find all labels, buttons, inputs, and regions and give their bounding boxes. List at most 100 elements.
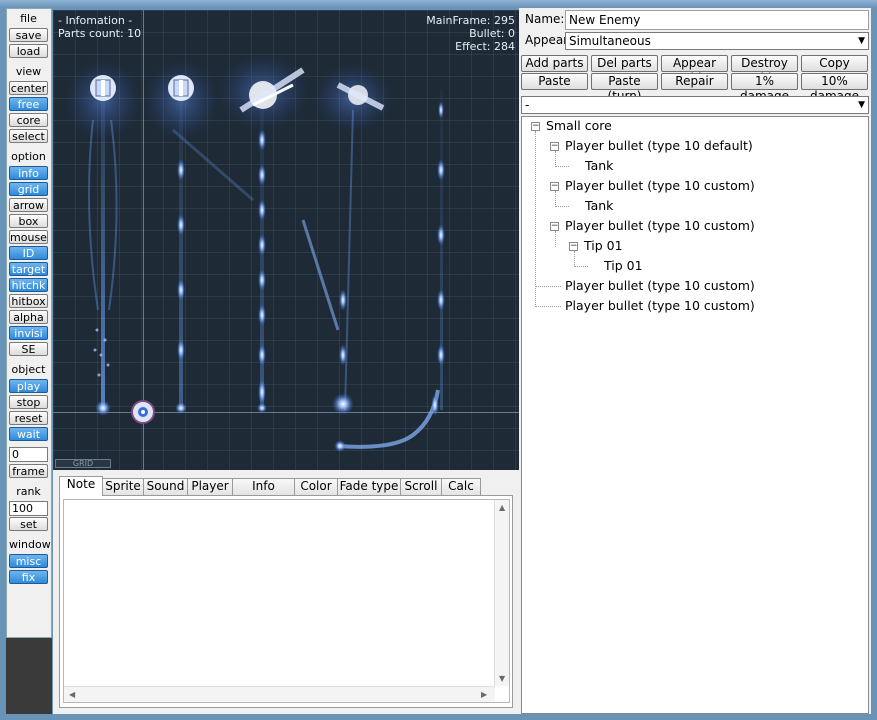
tab-sound[interactable]: Sound: [143, 478, 188, 495]
name-input[interactable]: New Enemy: [565, 10, 869, 30]
free-button[interactable]: free: [9, 97, 48, 111]
arrow-toggle[interactable]: arrow: [9, 198, 48, 212]
invisi-toggle[interactable]: invisi: [9, 326, 48, 340]
bullet-streak: [344, 109, 354, 411]
reset-button[interactable]: reset: [9, 411, 48, 425]
tree-collapse-icon[interactable]: −: [531, 122, 540, 131]
tree-node-tank[interactable]: Tank: [585, 158, 613, 174]
frame-input[interactable]: 0: [9, 447, 48, 462]
wait-button[interactable]: wait: [9, 427, 48, 441]
rank-input[interactable]: 100: [9, 501, 48, 516]
tree-connector: [555, 191, 556, 207]
bullet-streak: [337, 389, 440, 449]
misc-button[interactable]: misc: [9, 554, 48, 568]
tab-scroll[interactable]: Scroll: [400, 478, 442, 495]
tree-node-tank[interactable]: Tank: [585, 198, 613, 214]
tab-player[interactable]: Player: [187, 478, 233, 495]
frame-button[interactable]: frame: [9, 464, 48, 478]
scroll-left-icon[interactable]: ◀: [69, 690, 75, 699]
tree-collapse-icon[interactable]: −: [550, 222, 559, 231]
tab-note[interactable]: Note: [59, 476, 103, 496]
tree-node-player-bullet[interactable]: Player bullet (type 10 default): [565, 138, 753, 154]
bullet-pod: [95, 400, 111, 416]
tree-node-player-bullet[interactable]: Player bullet (type 10 custom): [565, 278, 755, 294]
bullet-pod: [258, 269, 266, 291]
bullet-pod: [437, 224, 445, 246]
tab-color[interactable]: Color: [294, 478, 338, 495]
parts-tree[interactable]: − Small core − Player bullet (type 10 de…: [521, 116, 869, 714]
core-button[interactable]: core: [9, 113, 48, 127]
se-toggle[interactable]: SE: [9, 342, 48, 356]
bullet-pod: [258, 164, 266, 186]
tree-node-tip[interactable]: Tip 01: [584, 238, 623, 254]
copy-button[interactable]: Copy: [801, 55, 868, 72]
tab-sprite[interactable]: Sprite: [102, 478, 144, 495]
tree-node-small-core[interactable]: Small core: [546, 118, 612, 134]
tree-connector: [574, 266, 588, 267]
play-button[interactable]: play: [9, 379, 48, 393]
parts-select[interactable]: - ▼: [521, 96, 869, 114]
tree-node-player-bullet[interactable]: Player bullet (type 10 custom): [565, 218, 755, 234]
info-overlay-right: MainFrame: 295 Bullet: 0 Effect: 284: [426, 14, 515, 53]
scroll-right-icon[interactable]: ▶: [481, 690, 487, 699]
id-toggle[interactable]: ID: [9, 246, 48, 260]
tree-node-player-bullet[interactable]: Player bullet (type 10 custom): [565, 298, 755, 314]
tree-collapse-icon[interactable]: −: [550, 182, 559, 191]
hitbox-toggle[interactable]: hitbox: [9, 294, 48, 308]
target-toggle[interactable]: target: [9, 262, 48, 276]
tree-collapse-icon[interactable]: −: [569, 242, 578, 251]
one-percent-damage-button[interactable]: 1% damage: [731, 73, 798, 103]
emitter-sprite: [90, 75, 116, 101]
bullet-pod: [339, 289, 347, 311]
note-vertical-scrollbar[interactable]: ▲ ▼: [494, 500, 509, 686]
add-parts-button[interactable]: Add parts: [521, 55, 588, 72]
note-horizontal-scrollbar[interactable]: ◀ ▶: [64, 686, 495, 702]
stop-button[interactable]: stop: [9, 395, 48, 409]
bullet-streak: [88, 119, 99, 311]
tree-node-player-bullet[interactable]: Player bullet (type 10 custom): [565, 178, 755, 194]
bullet-pod: [258, 199, 266, 221]
paste-turn-button[interactable]: Paste (turn): [591, 73, 658, 103]
save-button[interactable]: save: [9, 28, 48, 42]
grid-toggle[interactable]: grid: [9, 182, 48, 196]
fix-button[interactable]: fix: [9, 570, 48, 584]
left-toolbar: file save load view center free core sel…: [6, 8, 52, 638]
bullet-streak: [179, 100, 183, 410]
paste-button[interactable]: Paste: [521, 73, 588, 90]
tree-connector: [555, 206, 569, 207]
tab-calc[interactable]: Calc: [441, 478, 481, 495]
bullet-streak: [301, 219, 340, 331]
repair-button[interactable]: Repair: [661, 73, 728, 90]
bullet-streak: [108, 119, 118, 311]
scroll-down-icon[interactable]: ▼: [499, 674, 505, 683]
scroll-up-icon[interactable]: ▲: [499, 503, 505, 512]
tree-node-tip[interactable]: Tip 01: [604, 258, 643, 274]
bullet-pod: [258, 379, 266, 405]
center-button[interactable]: center: [9, 81, 48, 95]
bullet-streak: [172, 128, 254, 202]
set-rank-button[interactable]: set: [9, 517, 48, 531]
info-title: - Infomation -: [58, 14, 133, 27]
tree-connector: [574, 251, 575, 267]
bullet-pod: [177, 159, 185, 181]
hitchk-toggle[interactable]: hitchk: [9, 278, 48, 292]
particle: [99, 353, 103, 357]
box-toggle[interactable]: box: [9, 214, 48, 228]
appear-select[interactable]: Simultaneous ▼: [565, 32, 869, 50]
info-toggle[interactable]: info: [9, 166, 48, 180]
load-button[interactable]: load: [9, 44, 48, 58]
mouse-toggle[interactable]: mouse: [9, 230, 48, 244]
tree-connector: [535, 131, 536, 307]
note-textarea[interactable]: ▲ ▼ ◀ ▶: [63, 499, 510, 703]
appear-chk-button[interactable]: Appear chk: [661, 55, 728, 85]
ten-percent-damage-button[interactable]: 10% damage: [801, 73, 868, 103]
preview-canvas[interactable]: - Infomation - Parts count: 10 MainFrame…: [53, 10, 519, 470]
destroy-chk-button[interactable]: Destroy chk: [731, 55, 798, 85]
tab-fade-type[interactable]: Fade type: [337, 478, 401, 495]
alpha-toggle[interactable]: alpha: [9, 310, 48, 324]
del-parts-button[interactable]: Del parts: [591, 55, 658, 72]
tree-collapse-icon[interactable]: −: [550, 142, 559, 151]
bullet-pod: [258, 129, 266, 151]
select-button[interactable]: select: [9, 129, 48, 143]
tab-info-option[interactable]: Info option: [232, 478, 295, 508]
